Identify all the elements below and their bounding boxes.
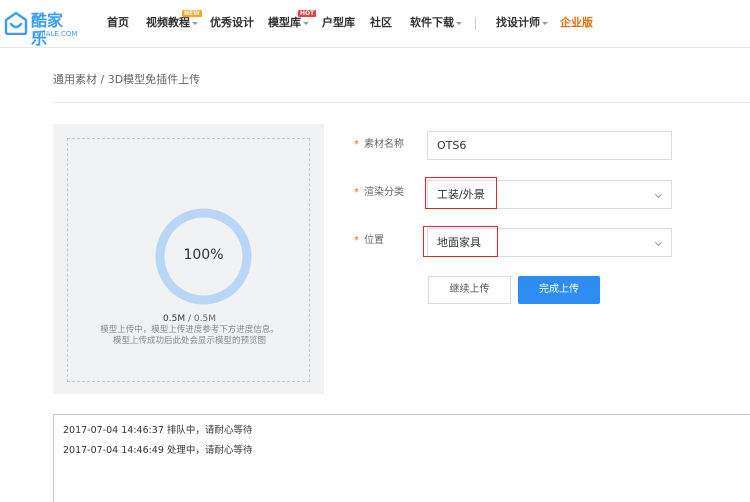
chevron-down-icon bbox=[303, 21, 309, 25]
nav-home[interactable]: 首页 bbox=[107, 15, 129, 31]
highlight-box bbox=[425, 177, 497, 209]
nav-find-designer[interactable]: 找设计师 bbox=[496, 15, 548, 31]
upload-info-2: 模型上传成功后此处会显示模型的预览图 bbox=[112, 336, 266, 346]
logo-house-icon bbox=[4, 11, 28, 35]
progress-percent: 100% bbox=[183, 247, 224, 263]
nav-floorplan-library[interactable]: 户型库 bbox=[322, 15, 355, 31]
logo-domain: KUJIALE.COM bbox=[32, 30, 78, 38]
upload-size: 0.5M / 0.5M bbox=[68, 313, 311, 325]
upload-preview-panel: 100% 0.5M / 0.5M 模型上传中，模型上传进度参考下方进度信息。 模… bbox=[53, 124, 324, 394]
size-separator: / bbox=[185, 314, 194, 324]
log-line: 2017-07-04 14:46:49 处理中，请耐心等待 bbox=[63, 445, 253, 456]
chevron-down-icon bbox=[542, 21, 548, 25]
nav-divider bbox=[475, 17, 476, 30]
highlight-box bbox=[423, 226, 498, 257]
preview-dropzone: 100% 0.5M / 0.5M 模型上传中，模型上传进度参考下方进度信息。 模… bbox=[67, 138, 310, 382]
category-label: * 渲染分类 bbox=[354, 187, 404, 198]
required-marker: * bbox=[354, 187, 359, 198]
size-uploaded: 0.5M bbox=[163, 314, 186, 324]
chevron-down-icon bbox=[654, 238, 663, 247]
nav-enterprise[interactable]: 企业版 bbox=[560, 15, 593, 31]
name-input[interactable]: OTS6 bbox=[427, 131, 672, 160]
nav-video-tutorials[interactable]: 视频教程 NEW bbox=[146, 10, 202, 31]
log-line: 2017-07-04 14:46:37 排队中，请耐心等待 bbox=[63, 425, 253, 436]
nav-featured-designs[interactable]: 优秀设计 bbox=[210, 15, 254, 31]
hot-badge: HOT bbox=[298, 10, 317, 17]
finish-upload-button[interactable]: 完成上传 bbox=[518, 276, 600, 304]
nav-community[interactable]: 社区 bbox=[370, 15, 392, 31]
nav-model-library[interactable]: 模型库 HOT bbox=[268, 10, 317, 31]
chevron-down-icon bbox=[456, 21, 462, 25]
position-label: * 位置 bbox=[354, 235, 384, 246]
chevron-down-icon bbox=[654, 190, 663, 199]
continue-upload-button[interactable]: 继续上传 bbox=[428, 276, 511, 304]
breadcrumb: 通用素材 / 3D模型免插件上传 bbox=[53, 73, 201, 86]
nav-software-download[interactable]: 软件下载 bbox=[410, 15, 462, 31]
size-total: 0.5M bbox=[193, 314, 216, 324]
upload-info-1: 模型上传中，模型上传进度参考下方进度信息。 bbox=[100, 325, 279, 335]
logo[interactable]: 酷家乐 KUJIALE.COM bbox=[4, 9, 78, 48]
new-badge: NEW bbox=[182, 10, 202, 17]
required-marker: * bbox=[354, 235, 359, 246]
upload-log: 2017-07-04 14:46:37 排队中，请耐心等待 2017-07-04… bbox=[53, 414, 750, 502]
chevron-down-icon bbox=[192, 21, 198, 25]
name-label: * 素材名称 bbox=[354, 139, 404, 150]
divider bbox=[53, 102, 750, 103]
required-marker: * bbox=[354, 139, 359, 150]
top-header: 酷家乐 KUJIALE.COM 首页 视频教程 NEW 优秀设计 模型库 HOT… bbox=[0, 0, 750, 48]
